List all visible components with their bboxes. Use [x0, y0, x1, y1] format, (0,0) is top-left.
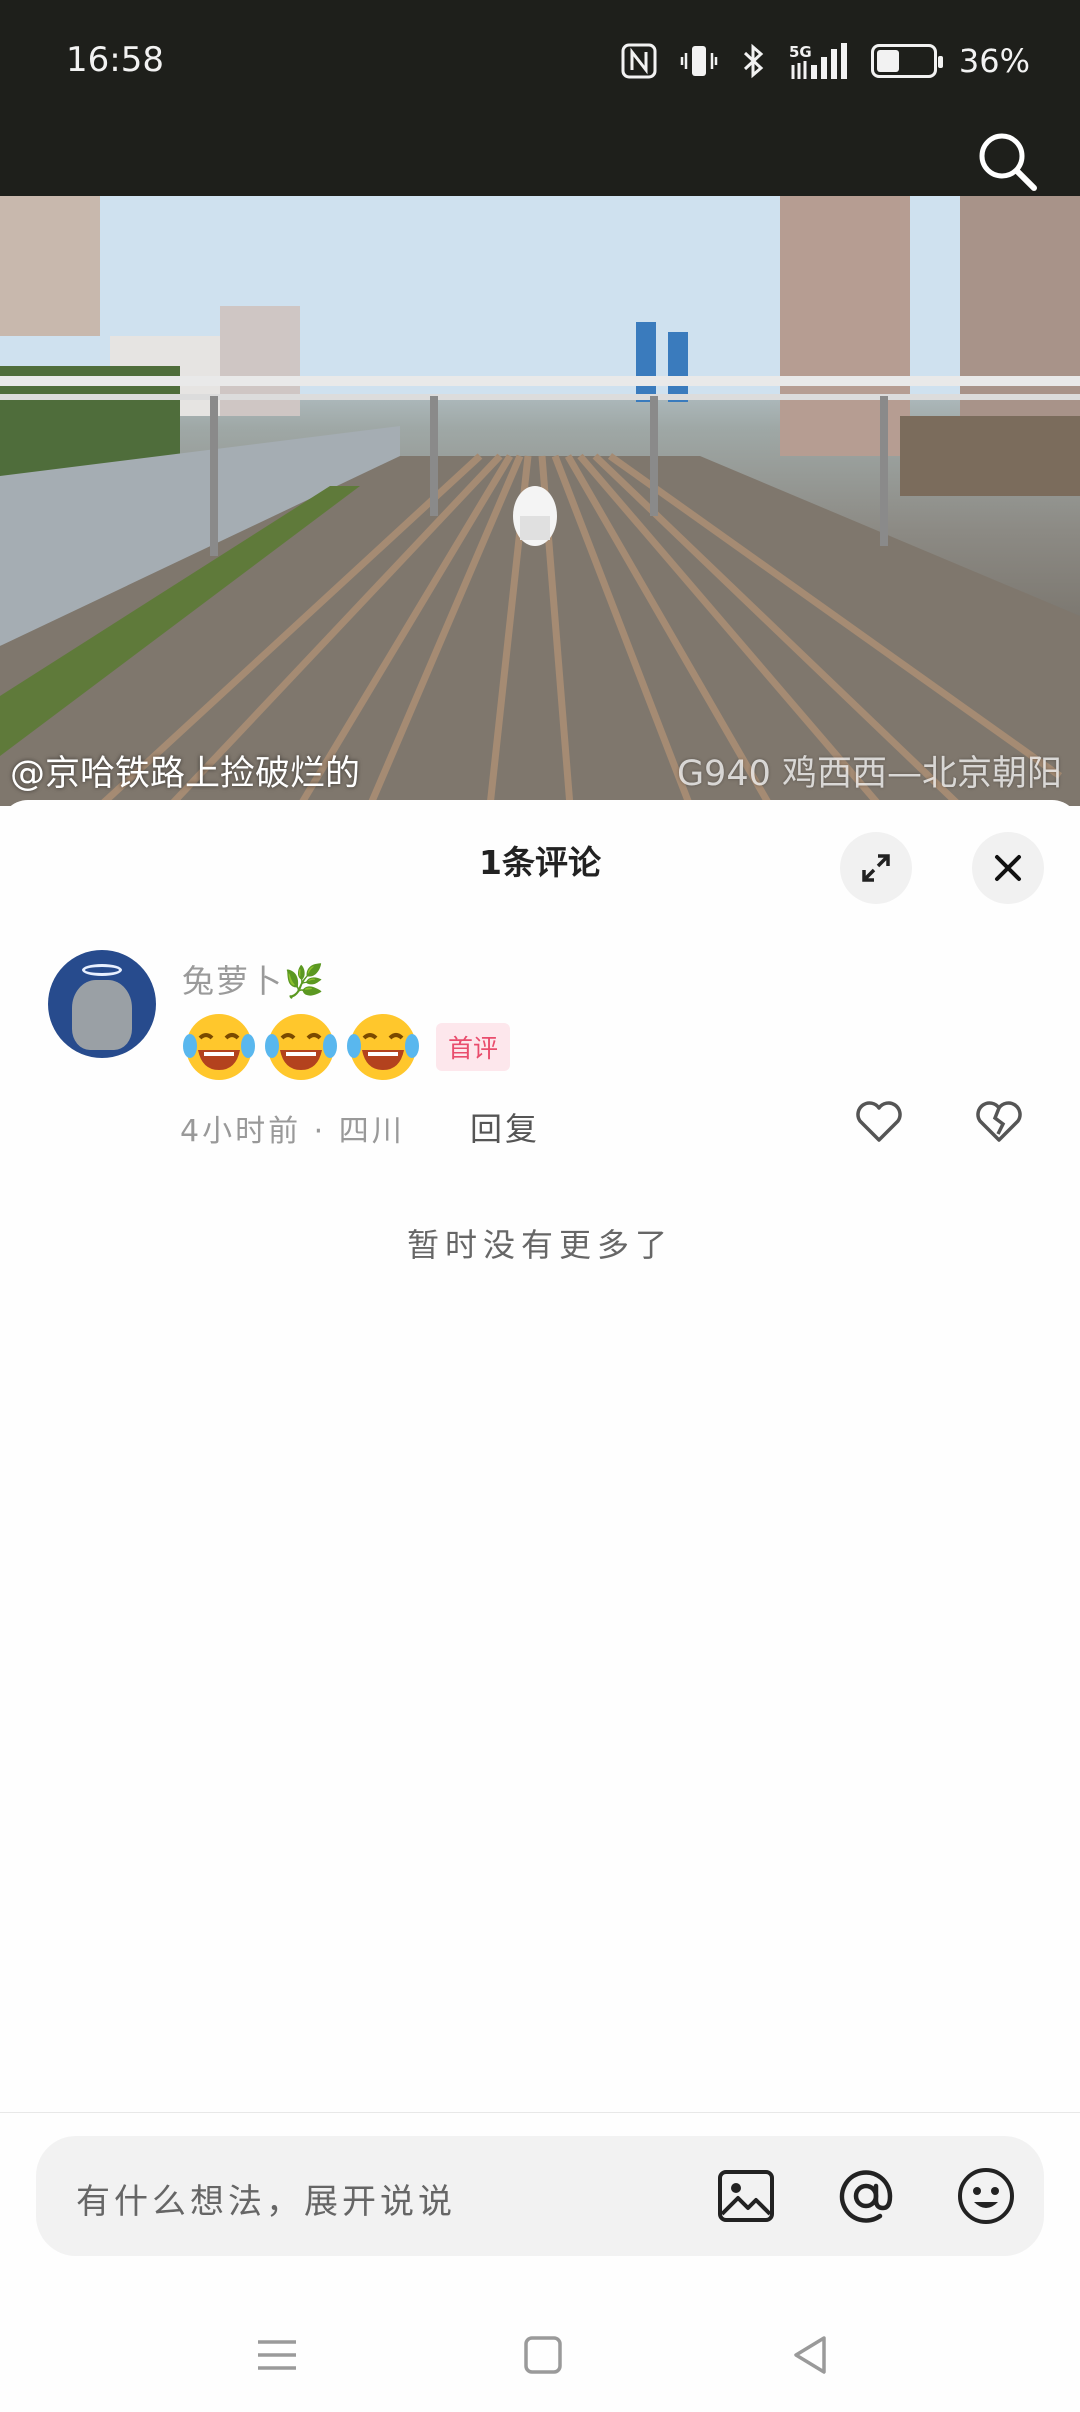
at-icon[interactable]	[834, 2164, 898, 2228]
emoji-icon[interactable]	[954, 2164, 1018, 2228]
system-nav-bar	[0, 2300, 1080, 2412]
comment-content: 首评	[180, 1010, 511, 1084]
close-icon	[995, 855, 1021, 881]
battery-icon	[870, 40, 943, 82]
nfc-icon	[621, 40, 657, 82]
laughing-crying-emoji	[344, 1010, 422, 1084]
status-time: 16:58	[66, 40, 164, 80]
close-button[interactable]	[972, 832, 1044, 904]
like-button[interactable]	[852, 1094, 906, 1148]
video-player[interactable]: @京哈铁路上捡破烂的 G940 鸡西西—北京朝阳	[0, 196, 1080, 806]
back-icon[interactable]	[786, 2330, 836, 2380]
heart-icon	[856, 1101, 902, 1142]
laughing-crying-emoji	[180, 1010, 258, 1084]
image-icon[interactable]	[714, 2164, 778, 2228]
comment-meta: 4小时前 · 四川	[180, 1114, 405, 1149]
avatar[interactable]	[48, 950, 156, 1058]
comments-title: 1条评论	[479, 843, 601, 882]
first-comment-badge: 首评	[436, 1023, 511, 1071]
search-icon[interactable]	[974, 128, 1040, 194]
menu-icon[interactable]	[252, 2330, 302, 2380]
laughing-crying-emoji	[262, 1010, 340, 1084]
dislike-button[interactable]	[972, 1094, 1026, 1148]
vibrate-icon	[679, 40, 719, 82]
divider	[0, 2112, 1080, 2113]
svg-text:5G: 5G	[789, 43, 812, 61]
broken-heart-icon	[976, 1101, 1022, 1142]
comment-input-placeholder[interactable]: 有什么想法，展开说说	[76, 2174, 456, 2223]
status-bar: 16:58 5G 36%	[0, 0, 1080, 196]
no-more-text: 暂时没有更多了	[406, 1226, 673, 1264]
video-route-caption: G940 鸡西西—北京朝阳	[676, 754, 1062, 794]
bluetooth-icon	[741, 40, 767, 82]
reply-button[interactable]: 回复	[470, 1104, 540, 1150]
status-icons: 5G 36%	[621, 40, 1030, 82]
comment-username[interactable]: 兔萝卜🌿	[182, 956, 326, 1002]
home-icon[interactable]	[518, 2330, 568, 2380]
expand-button[interactable]	[840, 832, 912, 904]
signal-5g-icon: 5G	[789, 40, 849, 82]
battery-percent: 36%	[958, 42, 1030, 80]
expand-icon	[862, 854, 890, 882]
video-frame	[0, 196, 1080, 806]
video-author-watermark: @京哈铁路上捡破烂的	[10, 754, 361, 794]
comment-input[interactable]: 有什么想法，展开说说	[36, 2136, 1044, 2256]
